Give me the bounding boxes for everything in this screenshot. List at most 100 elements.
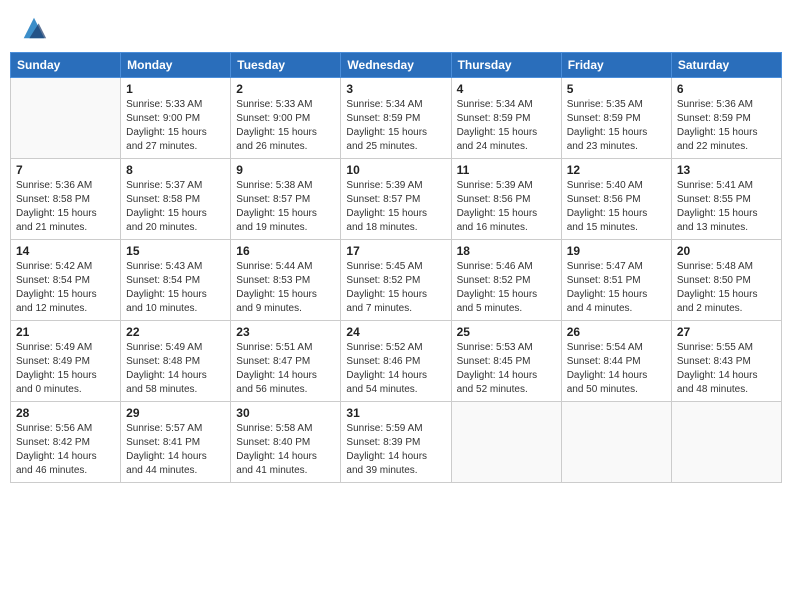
day-info: Sunrise: 5:33 AM Sunset: 9:00 PM Dayligh… (126, 98, 225, 154)
day-info: Sunrise: 5:54 AM Sunset: 8:44 PM Dayligh… (567, 341, 666, 397)
logo (18, 14, 48, 42)
day-number: 25 (457, 325, 556, 339)
calendar-cell: 5 Sunrise: 5:35 AM Sunset: 8:59 PM Daylig… (561, 78, 671, 159)
day-number: 28 (16, 406, 115, 420)
calendar-cell: 11 Sunrise: 5:39 AM Sunset: 8:56 PM Dayli… (451, 159, 561, 240)
day-number: 27 (677, 325, 776, 339)
day-number: 7 (16, 163, 115, 177)
calendar-cell: 9 Sunrise: 5:38 AM Sunset: 8:57 PM Daylig… (231, 159, 341, 240)
day-info: Sunrise: 5:38 AM Sunset: 8:57 PM Dayligh… (236, 179, 335, 235)
day-info: Sunrise: 5:59 AM Sunset: 8:39 PM Dayligh… (346, 422, 445, 478)
calendar-cell: 15Sunrise: 5:43 AM Sunset: 8:54 PM Dayli… (121, 240, 231, 321)
day-number: 31 (346, 406, 445, 420)
calendar-cell (671, 402, 781, 483)
day-number: 3 (346, 82, 445, 96)
calendar-cell (11, 78, 121, 159)
day-number: 12 (567, 163, 666, 177)
day-info: Sunrise: 5:41 AM Sunset: 8:55 PM Dayligh… (677, 179, 776, 235)
day-number: 29 (126, 406, 225, 420)
day-number: 16 (236, 244, 335, 258)
calendar-cell: 19 Sunrise: 5:47 AM Sunset: 8:51 PM Dayli… (561, 240, 671, 321)
day-number: 6 (677, 82, 776, 96)
calendar-cell: 10 Sunrise: 5:39 AM Sunset: 8:57 PM Dayli… (341, 159, 451, 240)
day-info: Sunrise: 5:48 AM Sunset: 8:50 PM Dayligh… (677, 260, 776, 316)
calendar-cell: 29Sunrise: 5:57 AM Sunset: 8:41 PM Dayli… (121, 402, 231, 483)
calendar-cell: 7 Sunrise: 5:36 AM Sunset: 8:58 PM Daylig… (11, 159, 121, 240)
day-info: Sunrise: 5:53 AM Sunset: 8:45 PM Dayligh… (457, 341, 556, 397)
calendar-cell: 21Sunrise: 5:49 AM Sunset: 8:49 PM Dayli… (11, 321, 121, 402)
calendar-cell: 25 Sunrise: 5:53 AM Sunset: 8:45 PM Dayli… (451, 321, 561, 402)
calendar-week-row: 1 Sunrise: 5:33 AM Sunset: 9:00 PM Daylig… (11, 78, 782, 159)
calendar-cell: 17Sunrise: 5:45 AM Sunset: 8:52 PM Dayli… (341, 240, 451, 321)
day-info: Sunrise: 5:36 AM Sunset: 8:58 PM Dayligh… (16, 179, 115, 235)
calendar-cell: 27 Sunrise: 5:55 AM Sunset: 8:43 PM Dayli… (671, 321, 781, 402)
calendar-week-row: 28 Sunrise: 5:56 AM Sunset: 8:42 PM Dayli… (11, 402, 782, 483)
calendar-cell: 14 Sunrise: 5:42 AM Sunset: 8:54 PM Dayli… (11, 240, 121, 321)
day-number: 24 (346, 325, 445, 339)
calendar-cell: 1 Sunrise: 5:33 AM Sunset: 9:00 PM Daylig… (121, 78, 231, 159)
day-number: 22 (126, 325, 225, 339)
calendar-cell: 18Sunrise: 5:46 AM Sunset: 8:52 PM Dayli… (451, 240, 561, 321)
calendar-cell: 22Sunrise: 5:49 AM Sunset: 8:48 PM Dayli… (121, 321, 231, 402)
day-number: 2 (236, 82, 335, 96)
calendar-cell: 26 Sunrise: 5:54 AM Sunset: 8:44 PM Dayli… (561, 321, 671, 402)
logo-icon (20, 14, 48, 42)
day-info: Sunrise: 5:42 AM Sunset: 8:54 PM Dayligh… (16, 260, 115, 316)
calendar-cell: 24 Sunrise: 5:52 AM Sunset: 8:46 PM Dayli… (341, 321, 451, 402)
day-number: 4 (457, 82, 556, 96)
day-number: 1 (126, 82, 225, 96)
day-number: 26 (567, 325, 666, 339)
day-number: 23 (236, 325, 335, 339)
calendar-cell: 30 Sunrise: 5:58 AM Sunset: 8:40 PM Dayli… (231, 402, 341, 483)
day-number: 11 (457, 163, 556, 177)
calendar-cell: 31 Sunrise: 5:59 AM Sunset: 8:39 PM Dayli… (341, 402, 451, 483)
day-number: 13 (677, 163, 776, 177)
weekday-header-monday: Monday (121, 53, 231, 78)
calendar-cell: 4 Sunrise: 5:34 AM Sunset: 8:59 PM Daylig… (451, 78, 561, 159)
calendar-cell: 16 Sunrise: 5:44 AM Sunset: 8:53 PM Dayli… (231, 240, 341, 321)
day-info: Sunrise: 5:56 AM Sunset: 8:42 PM Dayligh… (16, 422, 115, 478)
day-number: 10 (346, 163, 445, 177)
day-info: Sunrise: 5:55 AM Sunset: 8:43 PM Dayligh… (677, 341, 776, 397)
day-info: Sunrise: 5:43 AM Sunset: 8:54 PM Dayligh… (126, 260, 225, 316)
day-number: 18 (457, 244, 556, 258)
day-number: 20 (677, 244, 776, 258)
day-info: Sunrise: 5:45 AM Sunset: 8:52 PM Dayligh… (346, 260, 445, 316)
calendar-cell: 2 Sunrise: 5:33 AM Sunset: 9:00 PM Daylig… (231, 78, 341, 159)
day-number: 19 (567, 244, 666, 258)
calendar-cell: 13 Sunrise: 5:41 AM Sunset: 8:55 PM Dayli… (671, 159, 781, 240)
day-number: 5 (567, 82, 666, 96)
calendar-cell: 8Sunrise: 5:37 AM Sunset: 8:58 PM Daylig… (121, 159, 231, 240)
day-info: Sunrise: 5:58 AM Sunset: 8:40 PM Dayligh… (236, 422, 335, 478)
calendar-cell (561, 402, 671, 483)
calendar-week-row: 14 Sunrise: 5:42 AM Sunset: 8:54 PM Dayli… (11, 240, 782, 321)
calendar-cell: 12 Sunrise: 5:40 AM Sunset: 8:56 PM Dayli… (561, 159, 671, 240)
calendar-cell: 28 Sunrise: 5:56 AM Sunset: 8:42 PM Dayli… (11, 402, 121, 483)
day-info: Sunrise: 5:52 AM Sunset: 8:46 PM Dayligh… (346, 341, 445, 397)
page-header (10, 10, 782, 46)
calendar-week-row: 7 Sunrise: 5:36 AM Sunset: 8:58 PM Daylig… (11, 159, 782, 240)
calendar-cell: 3Sunrise: 5:34 AM Sunset: 8:59 PM Daylig… (341, 78, 451, 159)
weekday-header-sunday: Sunday (11, 53, 121, 78)
weekday-header-friday: Friday (561, 53, 671, 78)
day-number: 14 (16, 244, 115, 258)
day-info: Sunrise: 5:39 AM Sunset: 8:57 PM Dayligh… (346, 179, 445, 235)
day-info: Sunrise: 5:34 AM Sunset: 8:59 PM Dayligh… (457, 98, 556, 154)
calendar-cell: 23 Sunrise: 5:51 AM Sunset: 8:47 PM Dayli… (231, 321, 341, 402)
weekday-header-tuesday: Tuesday (231, 53, 341, 78)
day-number: 9 (236, 163, 335, 177)
weekday-header-row: SundayMondayTuesdayWednesdayThursdayFrid… (11, 53, 782, 78)
day-info: Sunrise: 5:47 AM Sunset: 8:51 PM Dayligh… (567, 260, 666, 316)
day-info: Sunrise: 5:36 AM Sunset: 8:59 PM Dayligh… (677, 98, 776, 154)
day-info: Sunrise: 5:33 AM Sunset: 9:00 PM Dayligh… (236, 98, 335, 154)
calendar-table: SundayMondayTuesdayWednesdayThursdayFrid… (10, 52, 782, 483)
day-info: Sunrise: 5:35 AM Sunset: 8:59 PM Dayligh… (567, 98, 666, 154)
calendar-week-row: 21Sunrise: 5:49 AM Sunset: 8:49 PM Dayli… (11, 321, 782, 402)
day-number: 30 (236, 406, 335, 420)
day-info: Sunrise: 5:39 AM Sunset: 8:56 PM Dayligh… (457, 179, 556, 235)
day-info: Sunrise: 5:44 AM Sunset: 8:53 PM Dayligh… (236, 260, 335, 316)
day-info: Sunrise: 5:51 AM Sunset: 8:47 PM Dayligh… (236, 341, 335, 397)
calendar-cell: 6 Sunrise: 5:36 AM Sunset: 8:59 PM Daylig… (671, 78, 781, 159)
weekday-header-thursday: Thursday (451, 53, 561, 78)
day-info: Sunrise: 5:40 AM Sunset: 8:56 PM Dayligh… (567, 179, 666, 235)
